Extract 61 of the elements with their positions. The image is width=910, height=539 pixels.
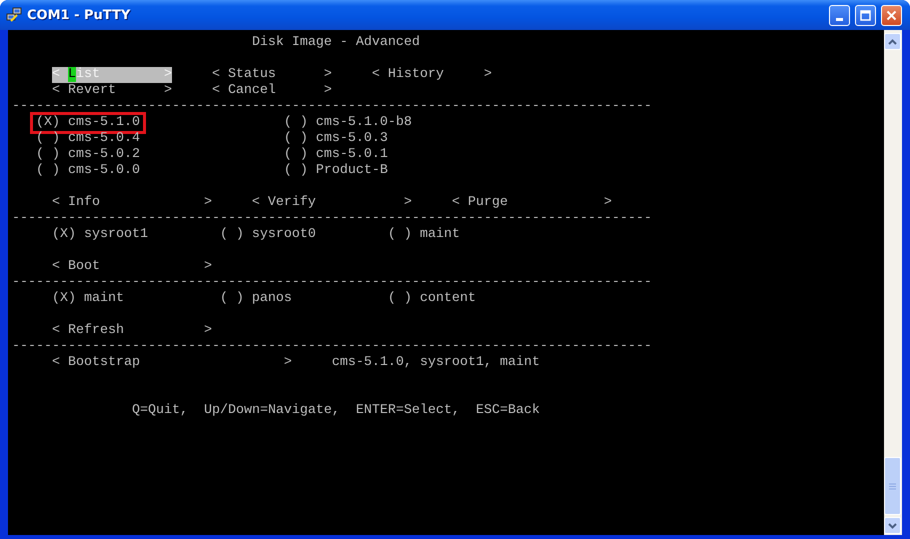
scroll-up-button[interactable] (884, 33, 901, 50)
option-label: sysroot0 (252, 227, 316, 243)
menu-button[interactable]: < Purge > (452, 195, 612, 211)
radio-mark[interactable]: ( ) (220, 291, 244, 307)
selection-summary: cms-5.1.0, sysroot1, maint (332, 355, 540, 371)
scroll-down-button[interactable] (884, 517, 901, 534)
radio-mark[interactable]: ( ) (284, 147, 308, 163)
menu-button[interactable]: < Refresh > (52, 323, 212, 339)
option-label: cms-5.0.4 (68, 131, 140, 147)
grip-icon (889, 482, 896, 490)
radio-mark[interactable]: ( ) (388, 291, 412, 307)
window-title: COM1 - PuTTY (27, 8, 132, 22)
option-label: cms-5.0.3 (316, 131, 388, 147)
radio-mark[interactable]: ( ) (284, 163, 308, 179)
dashed-divider: -------------------------------------------------------------------------------- (12, 275, 652, 291)
option-label: cms-5.0.2 (68, 147, 140, 163)
scrollbar[interactable] (884, 30, 902, 535)
radio-mark[interactable]: (X) (52, 291, 76, 307)
radio-mark[interactable]: (X) (36, 115, 60, 131)
radio-mark[interactable]: ( ) (388, 227, 412, 243)
option-label: cms-5.1.0-b8 (316, 115, 412, 131)
menu-button[interactable]: < Info > (52, 195, 212, 211)
menu-button[interactable]: < Status > (212, 67, 332, 83)
key-help-text: Q=Quit, Up/Down=Navigate, ENTER=Select, ESC=Back (132, 403, 540, 419)
radio-mark[interactable]: ( ) (284, 115, 308, 131)
radio-mark[interactable]: ( ) (36, 131, 60, 147)
radio-mark[interactable]: ( ) (36, 147, 60, 163)
dashed-divider: -------------------------------------------------------------------------------- (12, 211, 652, 227)
option-label: Product-B (316, 163, 388, 179)
option-label: cms-5.0.1 (316, 147, 388, 163)
option-label: content (420, 291, 476, 307)
caret-up-icon (888, 38, 897, 44)
minimize-icon (836, 18, 843, 20)
scroll-thumb[interactable] (884, 457, 901, 515)
option-label: sysroot1 (84, 227, 148, 243)
maximize-button[interactable] (855, 4, 876, 26)
radio-mark[interactable]: ( ) (284, 131, 308, 147)
caret-down-icon (888, 522, 897, 528)
menu-button[interactable]: < Cancel > (212, 83, 332, 99)
maximize-icon (860, 10, 871, 20)
dashed-divider: -------------------------------------------------------------------------------- (12, 339, 652, 355)
option-label: cms-5.0.0 (68, 163, 140, 179)
radio-mark[interactable]: (X) (52, 227, 76, 243)
computer-icon (6, 7, 22, 23)
minimize-button[interactable] (829, 4, 850, 26)
option-label: cms-5.1.0 (68, 115, 140, 131)
option-label: panos (252, 291, 292, 307)
radio-mark[interactable]: ( ) (220, 227, 244, 243)
menu-button[interactable]: < History > (372, 67, 492, 83)
close-icon (886, 10, 897, 20)
screen-heading: Disk Image - Advanced (252, 35, 420, 51)
dashed-divider: -------------------------------------------------------------------------------- (12, 99, 652, 115)
menu-button[interactable]: < Bootstrap > (52, 355, 292, 371)
menu-button[interactable]: < Revert > (52, 83, 172, 99)
radio-mark[interactable]: ( ) (36, 163, 60, 179)
option-label: maint (84, 291, 124, 307)
option-label: maint (420, 227, 460, 243)
menu-button[interactable]: < List > (52, 67, 172, 83)
close-button[interactable] (881, 4, 902, 26)
menu-button[interactable]: < Verify > (252, 195, 412, 211)
menu-button[interactable]: < Boot > (52, 259, 212, 275)
